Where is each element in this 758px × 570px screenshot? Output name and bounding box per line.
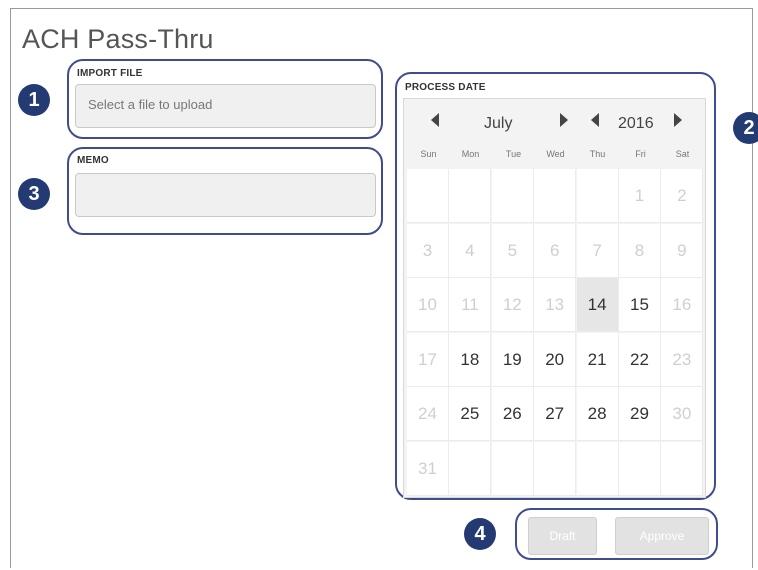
next-year-icon[interactable] (674, 113, 682, 127)
process-date-label: PROCESS DATE (405, 82, 486, 93)
calendar-empty-cell (534, 169, 577, 223)
prev-month-icon[interactable] (431, 113, 439, 127)
weekday-label: Fri (635, 149, 646, 159)
calendar-empty-cell (449, 441, 492, 496)
calendar-day: 12 (491, 278, 534, 332)
memo-input[interactable] (75, 173, 376, 217)
calendar-day: 6 (534, 223, 577, 278)
calendar-day[interactable]: 20 (534, 332, 577, 387)
approve-button[interactable]: Approve (615, 517, 709, 555)
weekday-header: Sun Mon Tue Wed Thu Fri Sat (404, 149, 707, 169)
year-label: 2016 (618, 115, 654, 132)
callout-marker-3: 3 (18, 178, 50, 210)
weekday-label: Wed (546, 149, 565, 159)
calendar-empty-cell (619, 441, 661, 496)
calendar-day: 24 (407, 387, 449, 441)
calendar-day: 13 (534, 278, 577, 332)
draft-button[interactable]: Draft (528, 517, 597, 555)
calendar-day[interactable]: 25 (449, 387, 492, 441)
calendar-empty-cell (491, 441, 534, 496)
weekday-label: Thu (589, 149, 606, 159)
calendar-day[interactable]: 19 (491, 332, 534, 387)
calendar-empty-cell (407, 169, 449, 223)
calendar-day: 4 (449, 223, 492, 278)
calendar-day[interactable]: 14 (576, 278, 619, 332)
calendar-day: 30 (661, 387, 704, 441)
calendar-empty-cell (449, 169, 492, 223)
file-upload-field[interactable]: Select a file to upload (75, 84, 376, 128)
import-file-label: IMPORT FILE (77, 68, 143, 79)
weekday-label: Mon (461, 149, 480, 159)
calendar-day: 9 (661, 223, 704, 278)
calendar-day: 31 (407, 441, 449, 496)
calendar-day: 16 (661, 278, 704, 332)
calendar-day: 10 (407, 278, 449, 332)
calendar-empty-cell (491, 169, 534, 223)
page-title: ACH Pass-Thru (22, 24, 214, 54)
callout-marker-1: 1 (18, 84, 50, 116)
calendar-day: 23 (661, 332, 704, 387)
calendar-day[interactable]: 27 (534, 387, 577, 441)
weekday-label: Sun (420, 149, 437, 159)
calendar-day[interactable]: 28 (576, 387, 619, 441)
calendar-day: 17 (407, 332, 449, 387)
calendar-day: 11 (449, 278, 492, 332)
calendar-day: 2 (661, 169, 704, 223)
calendar-empty-cell (576, 169, 619, 223)
weekday-label: Tue (505, 149, 522, 159)
month-label: July (484, 115, 513, 132)
calendar-day[interactable]: 26 (491, 387, 534, 441)
calendar-day[interactable]: 21 (576, 332, 619, 387)
calendar-empty-cell (534, 441, 577, 496)
weekday-label: Sat (675, 149, 690, 159)
callout-marker-4: 4 (464, 518, 496, 550)
callout-marker-2: 2 (733, 112, 758, 144)
prev-year-icon[interactable] (591, 113, 599, 127)
calendar-day[interactable]: 15 (619, 278, 661, 332)
calendar-day: 7 (576, 223, 619, 278)
calendar-day[interactable]: 29 (619, 387, 661, 441)
calendar-empty-cell (661, 441, 704, 496)
calendar-day[interactable]: 22 (619, 332, 661, 387)
calendar-day: 8 (619, 223, 661, 278)
calendar-empty-cell (576, 441, 619, 496)
calendar-day: 1 (619, 169, 661, 223)
calendar-day: 3 (407, 223, 449, 278)
calendar-day: 5 (491, 223, 534, 278)
date-picker-calendar: July 2016 Sun Mon Tue Wed Thu Fri Sat 12… (403, 98, 706, 498)
memo-label: MEMO (77, 155, 109, 166)
calendar-day[interactable]: 18 (449, 332, 492, 387)
next-month-icon[interactable] (560, 113, 568, 127)
calendar-nav: July 2016 (404, 99, 707, 147)
